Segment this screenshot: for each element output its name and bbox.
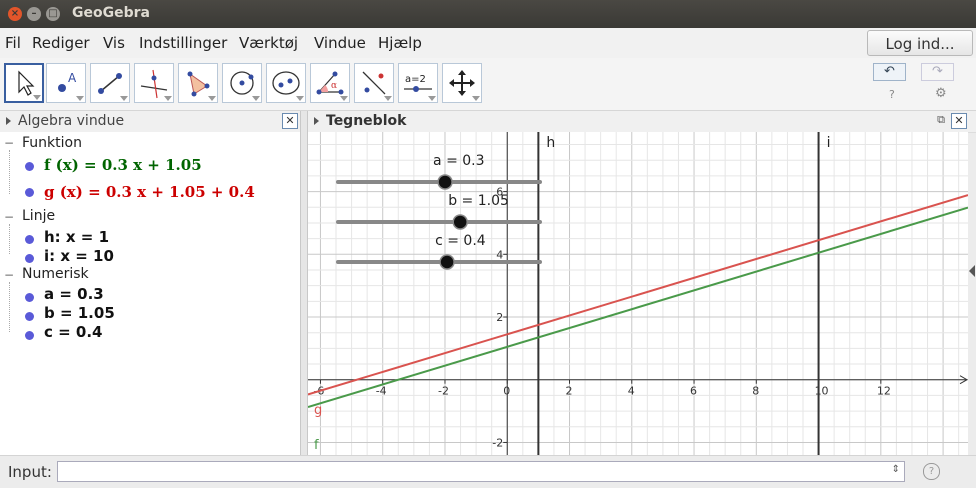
group-numerisk: Numerisk (22, 266, 89, 282)
x-tick-label: 8 (752, 385, 759, 398)
visibility-toggle-i[interactable] (25, 254, 34, 263)
close-window-button[interactable]: × (8, 7, 22, 21)
algebra-view-header: Algebra vindue ✕ (0, 111, 300, 133)
visibility-toggle-f[interactable] (25, 162, 34, 171)
move-tool-button[interactable] (4, 63, 44, 103)
algebra-item-f[interactable]: f (x) = 0.3 x + 1.05 (44, 156, 202, 174)
collapse-icon[interactable]: − (4, 210, 14, 224)
svg-text:A: A (68, 71, 77, 85)
menu-help[interactable]: Hjælp (378, 34, 422, 52)
slider-label: a = 0.3 (433, 153, 484, 169)
input-field[interactable]: ⇕ (57, 461, 905, 482)
x-tick-label: 4 (628, 385, 635, 398)
toolbar: A α a=2 (0, 58, 976, 111)
tree-connector (9, 282, 11, 332)
input-history-icon[interactable]: ⇕ (892, 464, 900, 475)
x-tick-label: 10 (815, 385, 829, 398)
ellipse-tool-button[interactable] (266, 63, 306, 103)
graphics-view-header: Tegneblok ⧉ ✕ (308, 111, 976, 133)
y-tick-label: 4 (496, 248, 503, 261)
close-graphics-view-button[interactable]: ✕ (951, 113, 967, 129)
visibility-toggle-b[interactable] (25, 312, 34, 321)
help-icon[interactable]: ? (889, 88, 895, 101)
algebra-item-a[interactable]: a = 0.3 (44, 285, 104, 303)
menu-view[interactable]: Vis (103, 34, 125, 52)
reflect-tool-button[interactable] (354, 63, 394, 103)
collapse-icon[interactable]: − (4, 268, 14, 282)
title-bar: × – □ GeoGebra (0, 0, 976, 28)
function-label-g: g (314, 403, 322, 418)
expand-panel-arrow-icon[interactable] (969, 265, 975, 277)
slider-knob[interactable] (439, 254, 455, 270)
visibility-toggle-c[interactable] (25, 331, 34, 340)
perpendicular-tool-button[interactable] (134, 63, 174, 103)
login-button[interactable]: Log ind... (867, 30, 973, 56)
algebra-item-i[interactable]: i: x = 10 (44, 247, 114, 265)
graphics-canvas[interactable]: -6-4-2024681012-2246hifga = 0.3b = 1.05c… (308, 132, 968, 455)
function-label-f: f (314, 438, 319, 453)
undo-button[interactable]: ↶ (873, 63, 906, 81)
visibility-toggle-h[interactable] (25, 235, 34, 244)
x-tick-label: 6 (690, 385, 697, 398)
collapse-caret-icon[interactable] (314, 117, 319, 125)
function-graph-g (308, 194, 968, 396)
algebra-item-h[interactable]: h: x = 1 (44, 228, 109, 246)
y-tick-label: 2 (496, 311, 503, 324)
svg-text:α: α (331, 81, 337, 91)
graphics-view-title: Tegneblok (326, 113, 407, 129)
input-help-icon[interactable]: ? (923, 463, 940, 480)
x-tick-label: 2 (566, 385, 573, 398)
maximize-window-button[interactable]: □ (46, 7, 60, 21)
vertical-line-label-i: i (827, 135, 831, 151)
menu-file[interactable]: Fil (5, 34, 21, 52)
circle-tool-button[interactable] (222, 63, 262, 103)
algebra-view: − Funktion f (x) = 0.3 x + 1.05 g (x) = … (0, 132, 300, 455)
slider-knob[interactable] (437, 174, 453, 190)
algebra-view-title: Algebra vindue (18, 113, 125, 129)
x-tick-label: -2 (438, 385, 449, 398)
slider-label: b = 1.05 (448, 193, 509, 209)
close-algebra-view-button[interactable]: ✕ (282, 113, 298, 129)
view-splitter[interactable] (300, 111, 308, 455)
algebra-item-g[interactable]: g (x) = 0.3 x + 1.05 + 0.4 (44, 183, 255, 201)
group-linje: Linje (22, 208, 56, 224)
function-graph-f (308, 206, 968, 408)
slider-label: c = 0.4 (435, 233, 486, 249)
input-label: Input: (8, 463, 52, 481)
y-tick-label: -2 (492, 436, 503, 449)
visibility-toggle-a[interactable] (25, 293, 34, 302)
input-bar: Input: ⇕ ? (0, 455, 976, 488)
x-tick-label: 0 (503, 385, 510, 398)
menu-bar: Fil Rediger Vis Indstillinger Værktøj Vi… (0, 28, 976, 58)
move-view-tool-button[interactable] (442, 63, 482, 103)
menu-options[interactable]: Indstillinger (139, 34, 227, 52)
menu-window[interactable]: Vindue (314, 34, 366, 52)
undock-icon[interactable]: ⧉ (934, 113, 948, 127)
x-tick-label: 12 (877, 385, 891, 398)
graphics-view[interactable]: -6-4-2024681012-2246hifga = 0.3b = 1.05c… (308, 132, 968, 455)
redo-button[interactable]: ↷ (921, 63, 954, 81)
visibility-toggle-g[interactable] (25, 188, 34, 197)
vertical-line-label-h: h (546, 135, 555, 151)
group-funktion: Funktion (22, 135, 82, 151)
menu-tools[interactable]: Værktøj (239, 34, 298, 52)
window-title: GeoGebra (72, 5, 150, 21)
tree-connector (9, 224, 11, 254)
segment-tool-button[interactable] (90, 63, 130, 103)
collapse-icon[interactable]: − (4, 136, 14, 150)
tree-connector (9, 150, 11, 194)
polygon-tool-button[interactable] (178, 63, 218, 103)
algebra-item-c[interactable]: c = 0.4 (44, 323, 102, 341)
angle-tool-button[interactable]: α (310, 63, 350, 103)
slider-tool-button[interactable]: a=2 (398, 63, 438, 103)
minimize-window-button[interactable]: – (27, 7, 41, 21)
svg-text:a=2: a=2 (405, 74, 426, 85)
slider-knob[interactable] (452, 214, 468, 230)
menu-edit[interactable]: Rediger (32, 34, 90, 52)
collapse-caret-icon[interactable] (6, 117, 11, 125)
settings-gear-icon[interactable]: ⚙ (935, 86, 947, 101)
algebra-item-b[interactable]: b = 1.05 (44, 304, 115, 322)
point-tool-button[interactable]: A (46, 63, 86, 103)
